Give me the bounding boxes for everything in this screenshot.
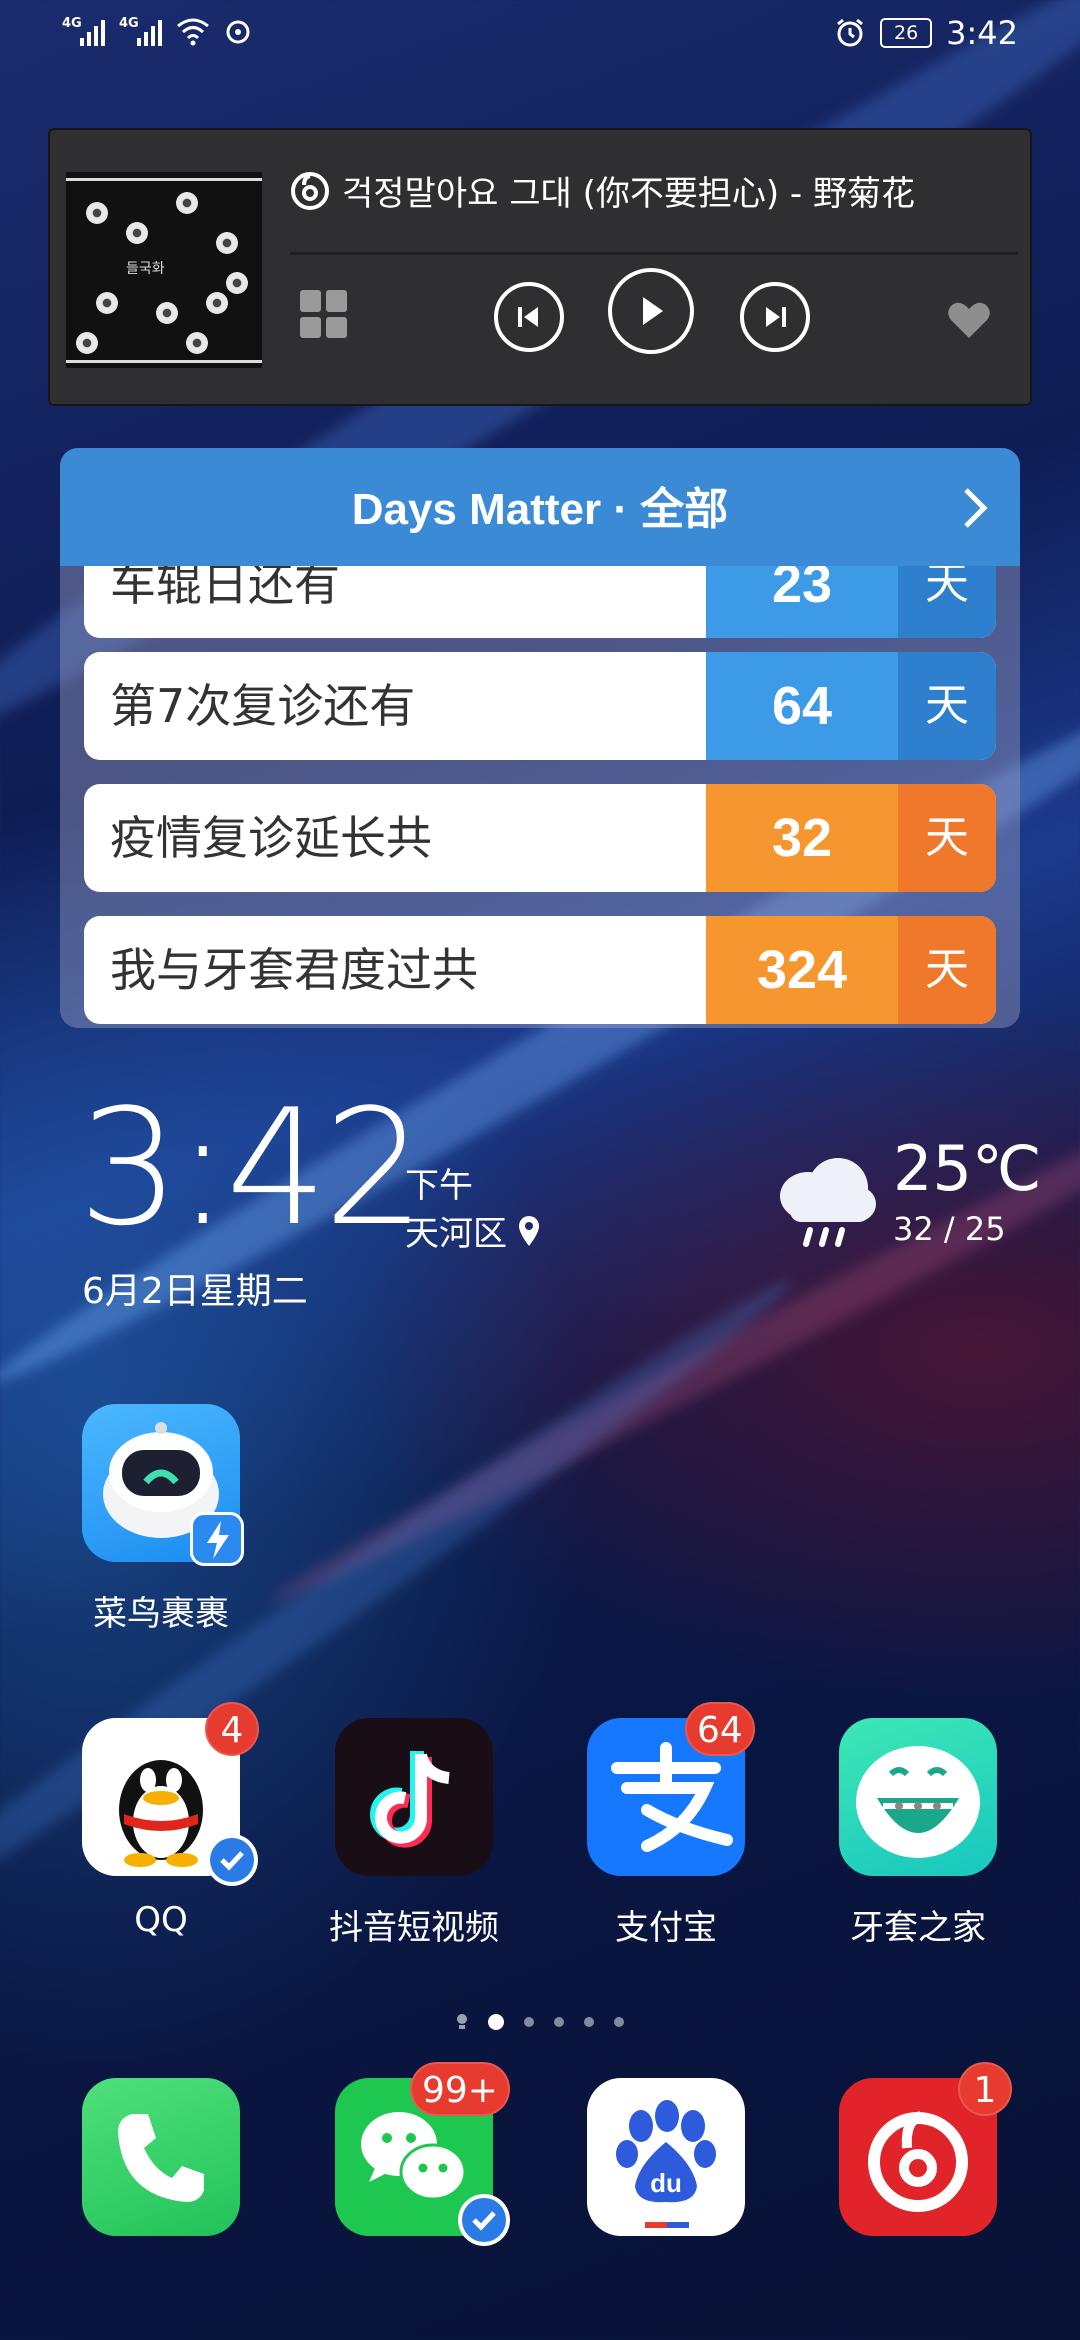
cainiao-app-icon[interactable] <box>82 1404 244 1566</box>
play-icon <box>643 297 663 325</box>
cloud-rain-icon[interactable] <box>770 1148 880 1248</box>
status-bar: 4G 4G 26 3:42 <box>0 0 1080 74</box>
next-icon <box>766 307 786 327</box>
previous-button[interactable] <box>494 282 564 352</box>
app-label: 支付宝 <box>615 1908 717 1948</box>
location[interactable]: 天河区 <box>405 1206 541 1255</box>
clock-time[interactable]: 3:42 <box>78 1088 425 1248</box>
district-label: 天河区 <box>405 1214 507 1254</box>
location-pin-icon <box>519 1215 539 1246</box>
wifi-icon <box>177 18 209 46</box>
countdown-value: 32 <box>706 784 898 892</box>
countdown-value: 64 <box>706 652 898 760</box>
countdown-row[interactable]: 我与牙套君度过共 324 天 <box>84 916 996 1024</box>
countdown-label: 疫情复诊延长共 <box>110 811 432 865</box>
douyin-app-icon[interactable] <box>335 1718 493 1876</box>
page-indicator[interactable] <box>0 2013 1080 2031</box>
alarm-icon <box>837 18 864 47</box>
next-button[interactable] <box>740 282 810 352</box>
verified-shield-icon <box>206 1834 258 1886</box>
countdown-unit: 天 <box>898 916 996 1024</box>
lightning-badge-icon <box>190 1512 244 1566</box>
heart-icon[interactable] <box>945 296 993 344</box>
verified-shield-icon <box>458 2194 510 2246</box>
countdown-value: 324 <box>706 916 898 1024</box>
date-label: 6月2日星期二 <box>82 1271 308 1312</box>
countdown-row[interactable]: 第7次复诊还有 64 天 <box>84 652 996 760</box>
temperature: 25℃ <box>893 1132 1042 1205</box>
yatao-app-icon[interactable] <box>839 1718 997 1876</box>
notification-badge: 4 <box>205 1702 259 1756</box>
phone-icon <box>118 2114 204 2202</box>
cellular-signal-icon: 4G <box>62 16 105 46</box>
page-dot[interactable] <box>524 2017 534 2027</box>
days-matter-title: Days Matter · 全部 <box>351 485 729 534</box>
cellular-signal-2-icon: 4G <box>119 16 162 46</box>
chevron-right-icon[interactable] <box>960 486 990 530</box>
play-button[interactable] <box>608 268 694 354</box>
phone-app-icon[interactable] <box>82 2078 240 2236</box>
countdown-row[interactable]: 疫情复诊延长共 32 天 <box>84 784 996 892</box>
status-time: 3:42 <box>946 14 1018 52</box>
temperature-range: 32 / 25 <box>893 1210 1006 1248</box>
notification-badge: 99+ <box>410 2062 510 2116</box>
grid-icon[interactable] <box>300 290 348 338</box>
bulb-icon <box>457 2014 467 2029</box>
netease-music-icon <box>291 171 329 210</box>
countdown-unit: 天 <box>898 784 996 892</box>
notification-badge: 64 <box>685 1702 755 1756</box>
days-matter-widget[interactable]: Days Matter · 全部 车辊日还有 23 天 第7次复诊还有 64 天… <box>60 448 1020 1028</box>
svg-text:du: du <box>650 2168 682 2198</box>
previous-icon <box>518 307 538 327</box>
netease-status-icon <box>226 20 250 44</box>
music-note-icon <box>370 1751 450 1848</box>
album-art[interactable]: 들국화 <box>66 172 262 368</box>
notification-badge: 1 <box>958 2062 1012 2116</box>
song-title[interactable]: 걱정말아요 그대 (你不要担心) - 野菊花 <box>342 166 915 215</box>
album-tag: 들국화 <box>126 261 165 277</box>
paw-icon: du <box>616 2100 716 2228</box>
am-pm-label: 下午 <box>405 1166 473 1206</box>
smile-face-icon <box>856 1746 980 1858</box>
countdown-label: 第7次复诊还有 <box>110 679 416 733</box>
app-label: QQ <box>134 1900 188 1940</box>
app-label: 抖音短视频 <box>329 1908 499 1948</box>
baidu-app-icon[interactable]: du <box>587 2078 745 2236</box>
battery-indicator: 26 <box>880 18 933 48</box>
countdown-unit: 天 <box>898 652 996 760</box>
divider <box>290 252 1018 255</box>
days-matter-header[interactable]: Days Matter · 全部 <box>60 448 1020 566</box>
page-dot[interactable] <box>614 2017 624 2027</box>
page-dot[interactable] <box>554 2017 564 2027</box>
page-dot-active[interactable] <box>488 2014 504 2030</box>
music-widget[interactable]: 들국화 걱정말아요 그대 (你不要担心) - 野菊花 <box>48 128 1032 406</box>
app-label: 菜鸟裹裹 <box>93 1594 229 1634</box>
countdown-label: 我与牙套君度过共 <box>110 943 478 997</box>
page-dot[interactable] <box>584 2017 594 2027</box>
app-label: 牙套之家 <box>850 1908 986 1948</box>
